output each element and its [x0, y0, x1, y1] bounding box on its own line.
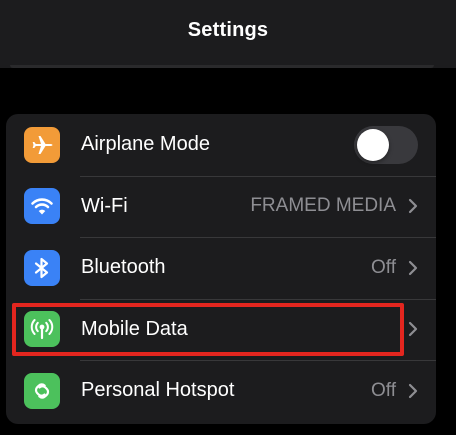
bluetooth-icon — [24, 249, 60, 286]
wifi-network-value: FRAMED MEDIA — [250, 195, 396, 217]
chevron-right-icon — [408, 199, 418, 214]
chevron-right-icon — [408, 322, 418, 337]
airplane-icon — [24, 126, 60, 163]
wifi-icon — [24, 188, 60, 225]
settings-row-bluetooth[interactable]: Bluetooth Off — [6, 237, 436, 299]
antenna-icon — [24, 311, 60, 348]
chevron-right-icon — [408, 260, 418, 275]
connectivity-settings-group: Airplane Mode Wi-Fi FRAMED MEDIA Bluetoo… — [6, 114, 436, 424]
mobile-data-label: Mobile Data — [81, 317, 188, 340]
page-title: Settings — [187, 18, 269, 41]
toggle-knob — [357, 128, 389, 161]
navigation-bar: Settings — [0, 0, 456, 68]
settings-row-mobile-data[interactable]: Mobile Data — [6, 298, 436, 361]
airplane-mode-toggle[interactable] — [354, 125, 418, 164]
wifi-label: Wi-Fi — [81, 194, 128, 217]
bluetooth-label: Bluetooth — [81, 256, 166, 279]
hotspot-icon — [24, 372, 60, 409]
nav-bar-bottom-edge — [10, 65, 434, 68]
personal-hotspot-label: Personal Hotspot — [81, 379, 235, 402]
bluetooth-status-value: Off — [371, 256, 396, 278]
settings-row-wifi[interactable]: Wi-Fi FRAMED MEDIA — [6, 175, 436, 238]
settings-row-personal-hotspot[interactable]: Personal Hotspot Off — [6, 360, 436, 422]
hotspot-status-value: Off — [371, 379, 396, 401]
settings-screen: Settings Airplane Mode Wi-Fi FRAMED MEDI… — [0, 0, 456, 435]
airplane-mode-label: Airplane Mode — [81, 133, 210, 156]
chevron-right-icon — [408, 383, 418, 398]
settings-row-airplane-mode: Airplane Mode — [6, 114, 436, 176]
